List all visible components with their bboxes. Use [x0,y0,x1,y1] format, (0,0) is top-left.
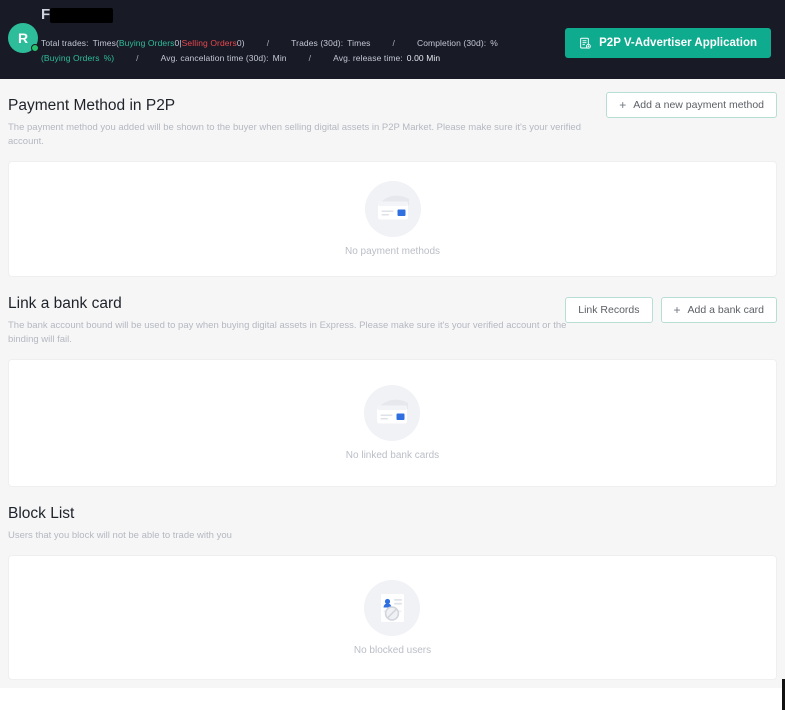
bank-card-actions: Link Records + Add a bank card [565,297,777,323]
section-bank-card: Link a bank card The bank account bound … [0,277,785,487]
profile-header: R F Total trades: Times(Buying Orders0|Se… [0,0,785,79]
block-list-panel: No blocked users [8,555,777,680]
block-list-description: Users that you block will not be able to… [8,530,232,541]
total-trades-label: Total trades: [41,38,89,48]
completion-30d-label: Completion (30d): [416,38,487,48]
block-list-empty-state: No blocked users [353,579,432,656]
profile-stats: Total trades: Times(Buying Orders0|Sellin… [41,36,521,66]
plus-icon: + [619,98,627,112]
link-records-label: Link Records [578,304,640,316]
payment-method-header: Payment Method in P2P The payment method… [8,79,777,149]
avg-cancelation-label: Avg. cancelation time (30d): [160,53,269,63]
stat-separator-4: / [308,53,312,63]
stat-separator-3: / [136,53,139,63]
block-list-empty-label: No blocked users [353,644,432,656]
payment-method-panel: No payment methods [8,161,777,277]
bank-card-empty-label: No linked bank cards [345,450,440,461]
avg-cancelation-value: Min [272,53,287,63]
block-list-title: Block List [8,505,75,522]
bank-card-panel: No linked bank cards [8,359,777,487]
document-list-icon [579,37,592,50]
section-block-list: Block List Users that you block will not… [0,487,785,680]
trades-30d-label: Trades (30d): [291,38,344,48]
total-trades-value: Times [92,38,116,48]
page-bottom-filler [0,688,782,710]
section-payment-method: Payment Method in P2P The payment method… [0,79,785,277]
profile-info: F Total trades: Times(Buying Orders0|Sell… [41,5,601,66]
avg-release-label: Avg. release time: [333,53,403,63]
add-payment-method-button[interactable]: + Add a new payment method [606,92,777,118]
add-payment-method-label: Add a new payment method [633,99,764,111]
add-bank-card-label: Add a bank card [687,304,764,316]
payment-method-empty-label: No payment methods [344,246,441,257]
payment-method-empty-state: No payment methods [345,181,440,257]
payment-method-description: The payment method you added will be sho… [8,122,581,147]
avg-release-value: 0.00 Min [406,53,441,63]
add-bank-card-button[interactable]: + Add a bank card [660,297,777,323]
credit-card-icon [364,385,421,441]
plus-icon: + [673,303,681,317]
payment-method-actions: + Add a new payment method [606,92,777,118]
bank-card-header: Link a bank card The bank account bound … [8,277,777,347]
p2p-advertiser-application-button[interactable]: P2P V-Advertiser Application [565,28,771,58]
p2p-payment-settings-page: R F Total trades: Times(Buying Orders0|Se… [0,0,785,710]
settings-content: Payment Method in P2P The payment method… [0,79,785,710]
link-records-button[interactable]: Link Records [565,297,653,323]
completion-buying-orders-label: (Buying Orders [41,53,100,63]
completion-30d-value: % [490,38,498,48]
username-first-letter: F [41,6,51,23]
credit-card-icon [364,181,421,237]
avatar[interactable]: R [8,23,39,53]
trades-30d-value: Times [347,38,371,48]
p2p-advertiser-application-label: P2P V-Advertiser Application [599,37,757,49]
completion-buying-orders-value: %) [103,53,115,63]
block-list-header: Block List Users that you block will not… [8,487,777,543]
bank-card-empty-state: No linked bank cards [346,385,439,461]
blocked-user-document-icon [364,579,421,636]
buying-orders-label: Buying Orders [118,38,175,48]
selling-orders-label: Selling Orders [181,38,237,48]
stat-separator-1: / [266,38,270,48]
bank-card-description: The bank account bound will be used to p… [8,320,567,345]
stat-separator-2: / [392,38,395,48]
online-status-dot [31,44,39,52]
username-redaction-bar [50,8,114,23]
username-row: F [41,5,601,25]
